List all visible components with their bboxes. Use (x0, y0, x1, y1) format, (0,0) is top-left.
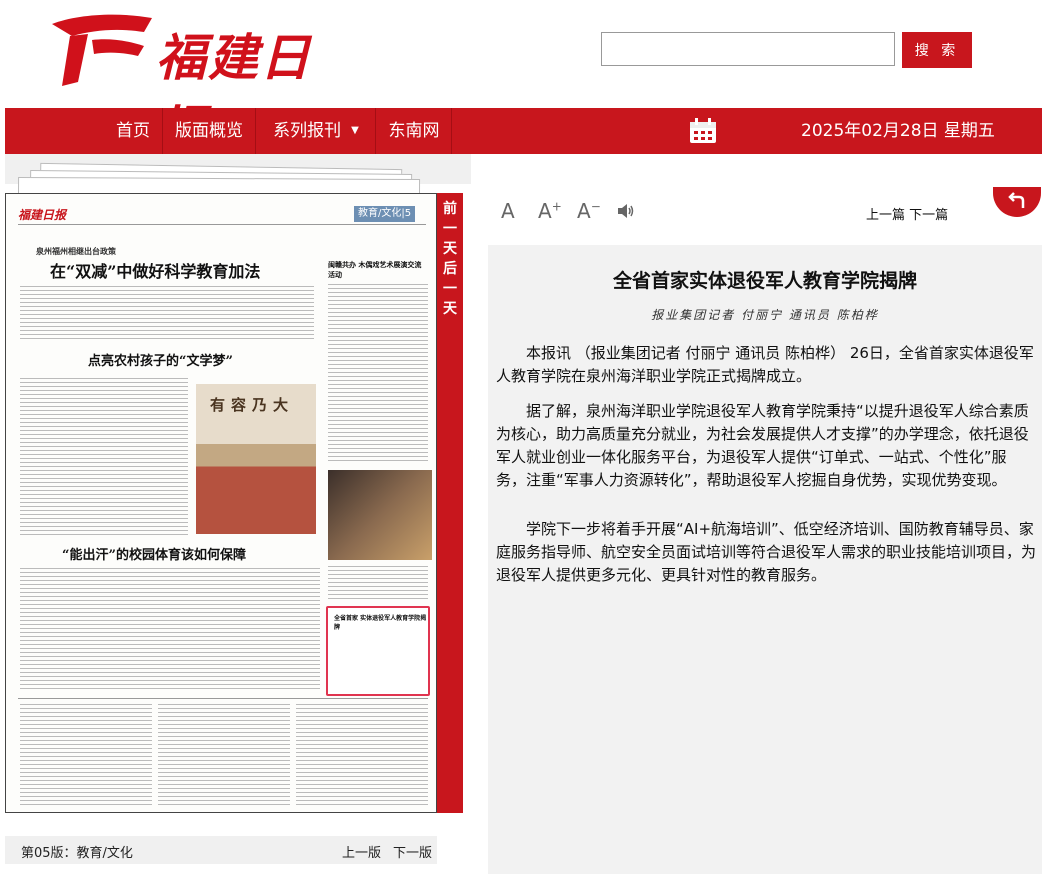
mini-highlight-title: 全省首家 实体退役军人教育学院揭牌 (334, 615, 427, 631)
page-label: 第05版：教育/文化 (21, 846, 133, 861)
next-page-link[interactable]: 下一版 (393, 842, 432, 861)
mini-headline-right[interactable]: 闽赣共办 木偶戏艺术展演交流活动 (328, 260, 428, 280)
mini-photo-caption: 有容乃大 (210, 396, 295, 414)
mini-text-block (296, 704, 428, 808)
next-article-link[interactable]: 下一篇 (909, 208, 948, 223)
nav-divider (162, 108, 163, 154)
current-date: 2025年02月28日 星期五 (801, 121, 995, 141)
mini-text-block (20, 378, 188, 538)
search-button[interactable]: 搜 索 (902, 32, 972, 68)
mini-section-label: 教育/文化|5 (354, 206, 416, 222)
article-pager: 上一篇 下一篇 (866, 204, 948, 223)
mini-text-block (20, 568, 320, 692)
mini-headline-3[interactable]: “能出汗”的校园体育该如何保障 (62, 544, 246, 563)
nav-series-label: 系列报刊 (273, 121, 342, 141)
article-paragraph: 据了解，泉州海洋职业学院退役军人教育学院秉持“以提升退役军人综合素质为核心，助力… (496, 402, 1029, 489)
article-paragraph: 本报讯 （报业集团记者 付丽宁 通讯员 陈柏桦） 26日，全省首家实体退役军人教… (496, 344, 1034, 385)
site-logo[interactable]: 福建日报 (48, 10, 318, 159)
nav-divider (255, 108, 256, 154)
mini-divider (18, 224, 426, 225)
nav-divider (451, 108, 452, 154)
speaker-icon[interactable] (616, 202, 636, 220)
nav-series-dropdown[interactable]: 系列报刊 ▼ (261, 108, 371, 154)
day-switch-label: 前一天后一天 (443, 201, 457, 317)
font-increase-label: A (538, 199, 552, 223)
newspaper-page-thumbnail[interactable]: 福建日报 教育/文化|5 泉州福州相继出台政策 在“双减”中做好科学教育加法 点… (5, 193, 437, 813)
article-title: 全省首家实体退役军人教育学院揭牌 (612, 270, 917, 292)
logo-emblem-icon (52, 14, 152, 86)
font-decrease-button[interactable]: A− (577, 199, 601, 223)
mini-divider (18, 698, 428, 699)
mini-photo-calligraphy: 有容乃大 (196, 384, 316, 534)
nav-home[interactable]: 首页 (105, 108, 161, 154)
main-nav: 首页 版面概览 系列报刊 ▼ 东南网 2025年02月28日 星期五 (5, 108, 1042, 154)
page-footer: 第05版：教育/文化 上一版 下一版 (5, 836, 437, 864)
nav-divider (375, 108, 376, 154)
mini-text-block (20, 286, 314, 340)
plus-icon: + (551, 199, 562, 214)
prev-article-link[interactable]: 上一篇 (866, 208, 905, 223)
article-toolbar (488, 193, 1042, 231)
prev-page-link[interactable]: 上一版 (342, 842, 381, 861)
mini-photo-performance (328, 470, 432, 560)
day-switch-tab[interactable]: 前一天后一天 (437, 193, 463, 813)
font-reset-label: A (501, 199, 515, 223)
article-paragraph: 学院下一步将着手开展“AI+航海培训”、低空经济培训、国防教育辅导员、家庭服务指… (496, 520, 1037, 584)
mini-masthead: 福建日报 (18, 208, 67, 222)
mini-subheadline: 泉州福州相继出台政策 (36, 247, 116, 256)
nav-page-overview[interactable]: 版面概览 (165, 108, 253, 154)
mini-headline-2[interactable]: 点亮农村孩子的“文学梦” (88, 350, 233, 369)
mini-text-block (20, 704, 152, 808)
mini-headline-1[interactable]: 在“双减”中做好科学教育加法 (50, 258, 260, 282)
font-increase-button[interactable]: A+ (538, 199, 562, 223)
article-byline: 报业集团记者 付丽宁 通讯员 陈柏桦 (651, 308, 879, 322)
mini-text-block (158, 704, 290, 808)
font-decrease-label: A (577, 199, 591, 223)
mini-text-block (328, 566, 428, 600)
mini-text-block (328, 284, 428, 464)
mini-current-article-highlight[interactable]: 全省首家 实体退役军人教育学院揭牌 (326, 606, 430, 696)
nav-dongnan[interactable]: 东南网 (379, 108, 449, 154)
minus-icon: − (590, 199, 601, 214)
calendar-icon[interactable] (689, 118, 717, 144)
font-reset-button[interactable]: A (501, 199, 515, 223)
search-input[interactable] (601, 32, 895, 66)
return-arrow-icon (1008, 192, 1025, 208)
caret-down-icon: ▼ (351, 125, 359, 136)
